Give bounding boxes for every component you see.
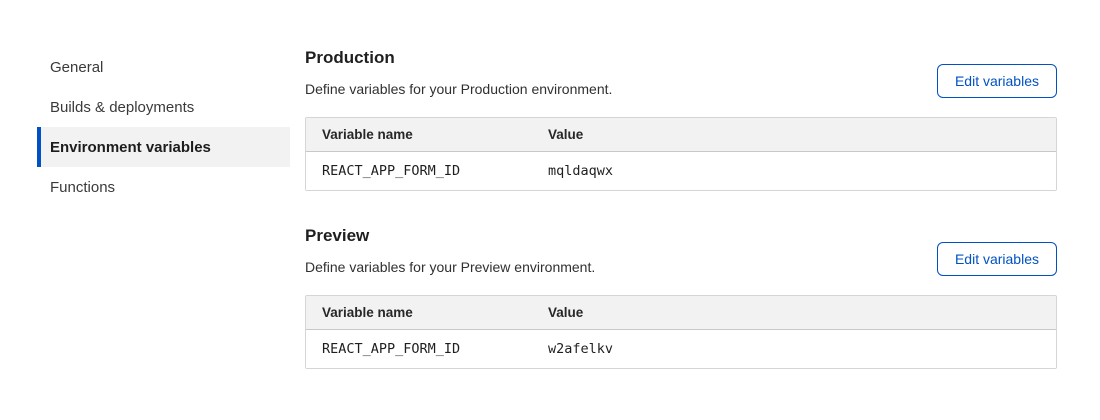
variable-value-cell: mqldaqwx	[532, 152, 1056, 190]
preview-section: Preview Define variables for your Previe…	[305, 226, 1057, 371]
table-header-row: Variable name Value	[306, 118, 1056, 152]
edit-variables-button-preview[interactable]: Edit variables	[937, 242, 1057, 276]
preview-section-description: Define variables for your Preview enviro…	[305, 259, 595, 275]
sidebar-item-general[interactable]: General	[37, 47, 290, 87]
table-header-row: Variable name Value	[306, 296, 1056, 330]
variable-value-cell: w2afelkv	[532, 330, 1056, 368]
edit-variables-button-production[interactable]: Edit variables	[937, 64, 1057, 98]
sidebar-item-functions[interactable]: Functions	[37, 167, 290, 207]
sidebar-item-builds-deployments[interactable]: Builds & deployments	[37, 87, 290, 127]
production-section: Production Define variables for your Pro…	[305, 48, 1057, 193]
column-header-variable-name: Variable name	[306, 118, 532, 152]
settings-sidebar: General Builds & deployments Environment…	[37, 47, 290, 207]
table-row: REACT_APP_FORM_ID w2afelkv	[306, 330, 1056, 368]
variable-name-cell: REACT_APP_FORM_ID	[306, 330, 532, 368]
production-variables-table: Variable name Value REACT_APP_FORM_ID mq…	[305, 117, 1057, 191]
column-header-value: Value	[532, 296, 1056, 330]
production-section-description: Define variables for your Production env…	[305, 81, 612, 97]
variable-name-cell: REACT_APP_FORM_ID	[306, 152, 532, 190]
column-header-variable-name: Variable name	[306, 296, 532, 330]
table-row: REACT_APP_FORM_ID mqldaqwx	[306, 152, 1056, 190]
preview-variables-table: Variable name Value REACT_APP_FORM_ID w2…	[305, 295, 1057, 369]
sidebar-item-environment-variables[interactable]: Environment variables	[37, 127, 290, 167]
column-header-value: Value	[532, 118, 1056, 152]
